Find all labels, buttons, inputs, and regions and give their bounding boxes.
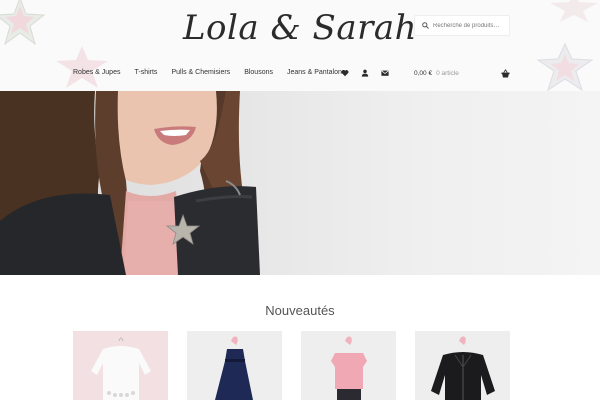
product-card[interactable]	[187, 331, 282, 400]
cart-amount: 0,00 €	[414, 69, 433, 77]
site-header: Lola & Sarah Robes & Jupes T-shirts Pull…	[0, 0, 600, 91]
hero-photo	[0, 91, 260, 275]
search-input[interactable]	[433, 22, 511, 29]
header-icon-links	[340, 68, 390, 78]
basket-icon	[501, 68, 510, 78]
search-field[interactable]	[414, 15, 511, 36]
main-navigation: Robes & Jupes T-shirts Pulls & Chemisier…	[73, 69, 345, 76]
hero-banner[interactable]	[0, 91, 600, 275]
star-print-decoration	[56, 46, 108, 88]
nav-item-robes-jupes[interactable]: Robes & Jupes	[73, 69, 120, 76]
product-image-white-sweater	[91, 337, 151, 400]
nav-item-t-shirts[interactable]: T-shirts	[134, 69, 157, 76]
product-card[interactable]	[73, 331, 168, 400]
nav-item-blousons[interactable]: Blousons	[244, 69, 273, 76]
product-image-navy-dress	[215, 336, 253, 400]
wishlist-link[interactable]	[340, 68, 350, 78]
product-image-pink-top	[331, 336, 367, 400]
product-card[interactable]	[415, 331, 510, 400]
star-print-decoration	[536, 42, 594, 91]
heart-icon	[341, 70, 349, 77]
product-image-black-jacket	[431, 336, 495, 400]
contact-link[interactable]	[380, 68, 390, 78]
section-title-new-products: Nouveautés	[265, 303, 335, 318]
cart-button[interactable]	[501, 68, 510, 78]
cart-summary[interactable]: 0,00 € 0 article	[414, 68, 510, 78]
nav-item-pulls-chemisiers[interactable]: Pulls & Chemisiers	[171, 69, 230, 76]
user-icon	[361, 69, 369, 77]
envelope-icon	[381, 70, 389, 76]
search-icon	[422, 22, 429, 29]
account-link[interactable]	[360, 68, 370, 78]
product-grid	[73, 331, 510, 400]
product-card[interactable]	[301, 331, 396, 400]
nav-item-jeans-pantalons[interactable]: Jeans & Pantalons	[287, 69, 345, 76]
cart-item-count: 0 article	[436, 69, 459, 77]
